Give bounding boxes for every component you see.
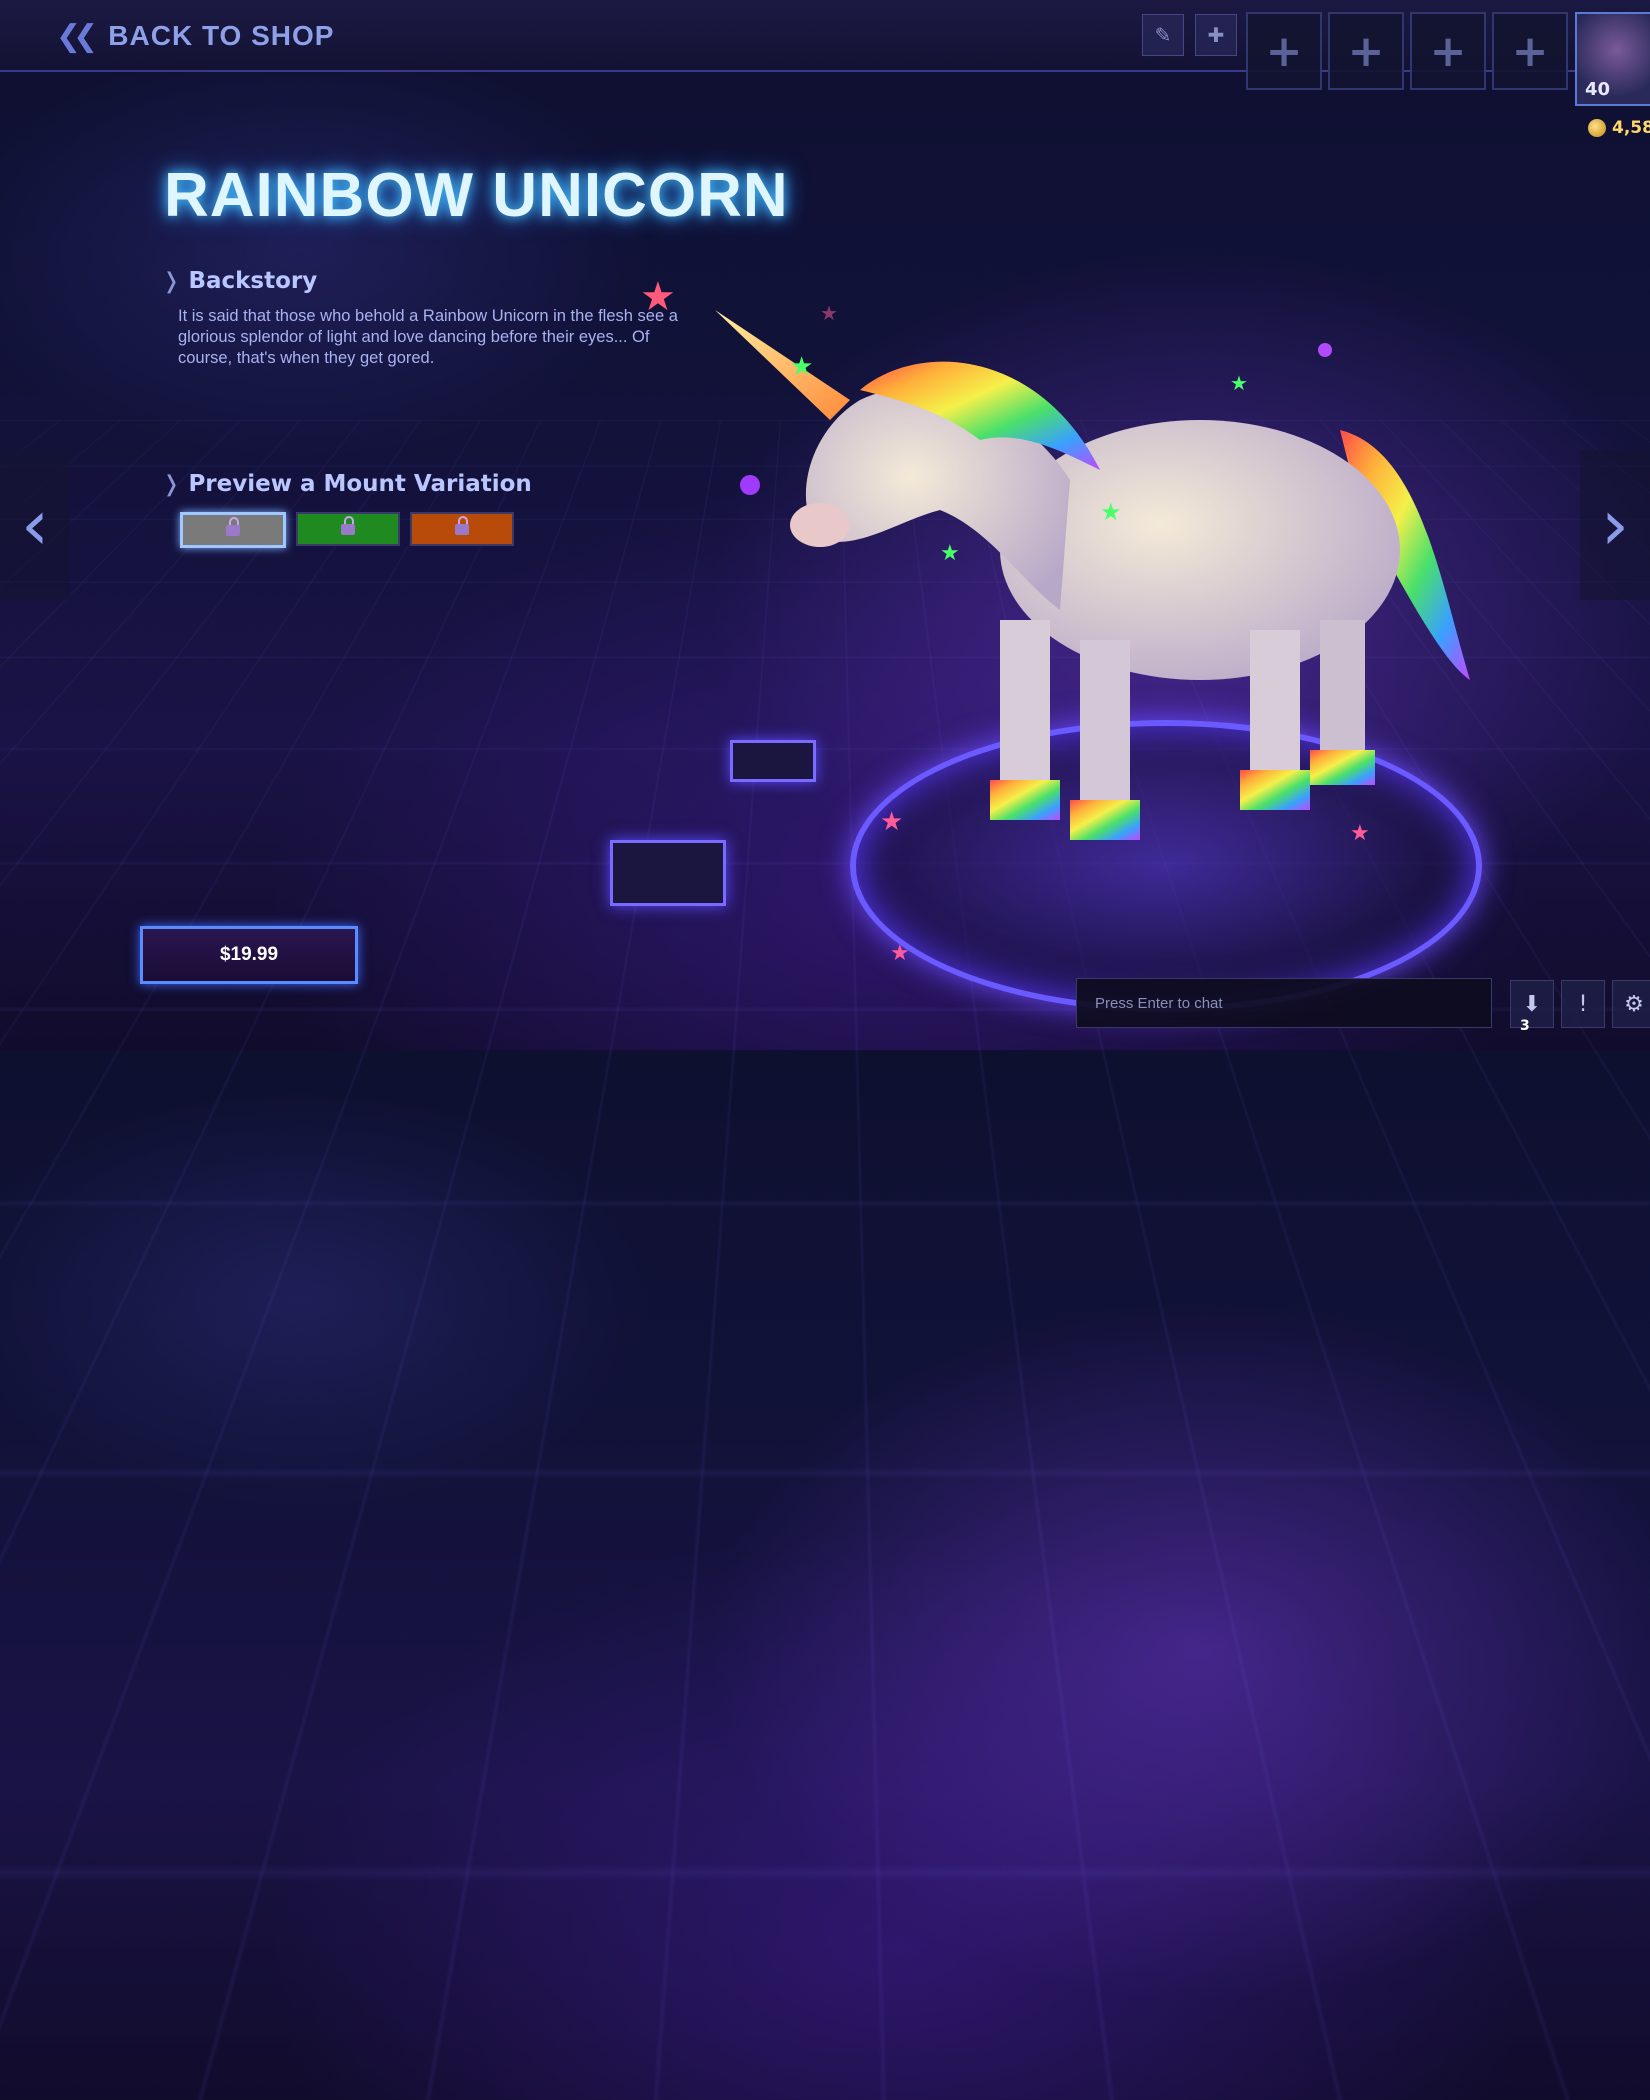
group-finder-icon[interactable]: ⬇ (1510, 980, 1554, 1028)
mount-stage: ★ ★ ★ ★ ★ ★ ★ ★ ★ (600, 280, 1650, 1050)
variation-swatch-green[interactable] (296, 512, 400, 546)
lock-icon (455, 522, 469, 536)
back-to-shop-label: BACK TO SHOP (108, 20, 334, 52)
gold-currency: 4,58 (1588, 118, 1650, 138)
svg-text:★: ★ (1350, 821, 1370, 846)
chevron-right-icon: › (1601, 484, 1629, 566)
group-count-badge: 3 (1520, 1018, 1530, 1034)
chat-input[interactable] (1076, 978, 1492, 1028)
backstory-text: It is said that those who behold a Rainb… (178, 306, 688, 369)
party-slot-3[interactable]: + (1410, 12, 1486, 90)
backstory-heading-label: Backstory (188, 268, 317, 294)
gold-amount: 4,58 (1612, 118, 1650, 138)
svg-text:★: ★ (820, 301, 838, 325)
party-slot-4[interactable]: + (1492, 12, 1568, 90)
chevron-right-icon: ❭ (162, 472, 180, 497)
svg-text:★: ★ (1100, 498, 1122, 526)
svg-text:★: ★ (790, 352, 813, 382)
variation-swatches (180, 512, 514, 548)
backstory-heading[interactable]: ❭ Backstory (162, 268, 317, 294)
svg-text:★: ★ (890, 941, 910, 966)
player-portrait[interactable]: 40 (1575, 12, 1650, 106)
settings-gear-icon[interactable]: ⚙ (1612, 980, 1650, 1028)
variation-swatch-orange[interactable] (410, 512, 514, 546)
svg-text:★: ★ (940, 541, 960, 566)
purchase-button[interactable]: $19.99 (140, 926, 358, 984)
party-slot-2[interactable]: + (1328, 12, 1404, 90)
item-title: RAINBOW UNICORN (164, 160, 789, 231)
chevron-right-icon: ❭ (162, 269, 180, 294)
lock-icon (341, 522, 355, 536)
lock-icon (226, 523, 240, 537)
next-item-button[interactable]: › (1580, 450, 1650, 600)
player-level: 40 (1585, 79, 1610, 100)
gold-coin-icon (1588, 119, 1606, 137)
back-to-shop-button[interactable]: ❮❮ BACK TO SHOP (56, 14, 334, 58)
unicorn-illustration: ★ ★ ★ ★ ★ ★ ★ ★ ★ (600, 280, 1650, 1050)
variation-heading[interactable]: ❭ Preview a Mount Variation (162, 471, 532, 497)
party-slot-1[interactable]: + (1246, 12, 1322, 90)
pencil-icon[interactable]: ✎ (1142, 14, 1184, 56)
variation-heading-label: Preview a Mount Variation (188, 471, 531, 497)
svg-text:★: ★ (880, 807, 903, 837)
svg-text:★: ★ (1230, 371, 1248, 395)
previous-item-button[interactable]: ‹ (0, 450, 70, 600)
chevron-left-icon: ‹ (21, 484, 49, 566)
variation-swatch-gray[interactable] (180, 512, 286, 548)
double-chevron-left-icon: ❮❮ (56, 19, 90, 54)
puzzle-icon[interactable]: ✚ (1195, 14, 1237, 56)
alert-icon[interactable]: ! (1561, 980, 1605, 1028)
